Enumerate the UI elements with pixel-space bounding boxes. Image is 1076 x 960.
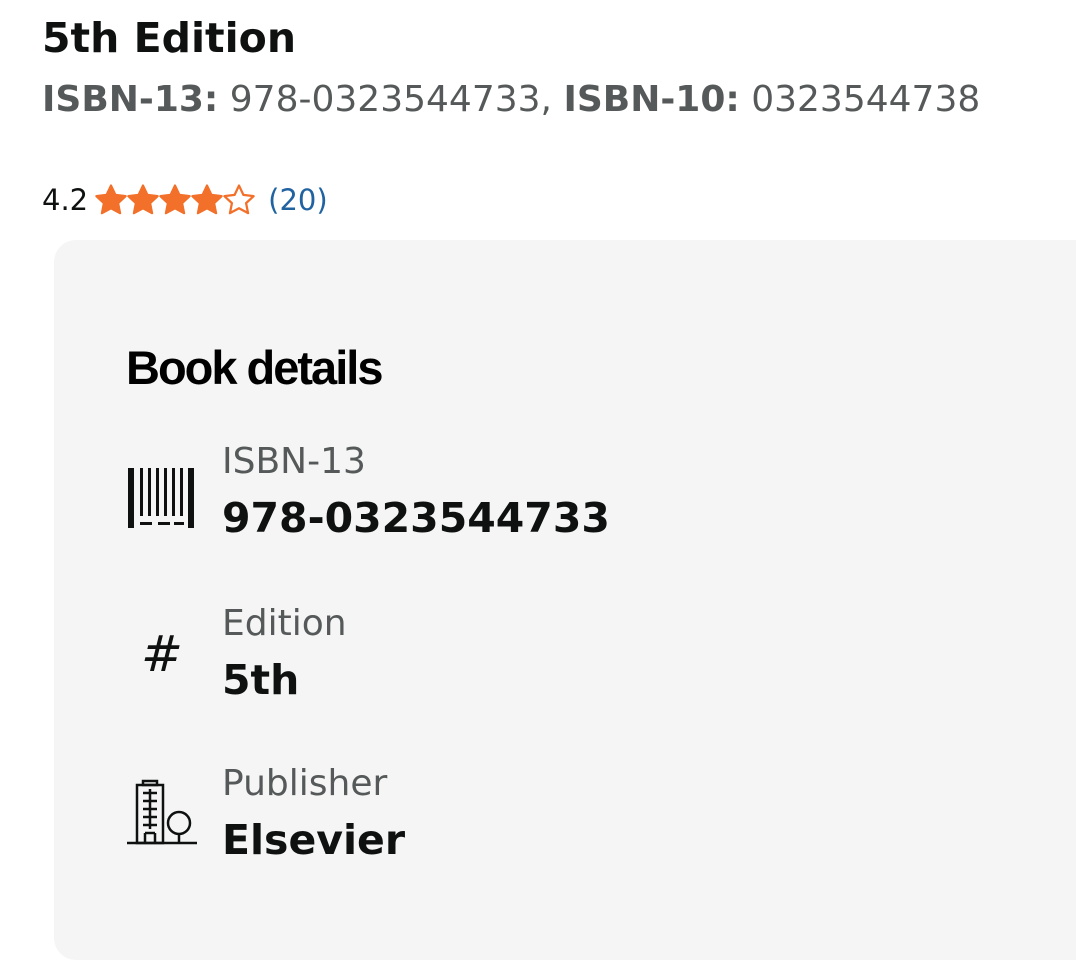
book-details-panel: Book details ISBN-13 978-0323544733 # Ed… [54,240,1076,960]
isbn10-summary-label: ISBN-10: [563,79,740,120]
rating-row[interactable]: 4.2 (20) [42,178,328,222]
isbn10-summary-value: 0323544738 [751,79,981,120]
isbn13-summary-label: ISBN-13: [42,79,219,120]
edition-title: 5th Edition [42,14,297,62]
review-count-link[interactable]: (20) [268,183,328,217]
book-details-heading: Book details [126,341,383,394]
star-icon [223,184,255,215]
star-icon [159,184,191,215]
detail-label: ISBN-13 [222,441,366,482]
rating-value: 4.2 [42,183,89,217]
detail-value: 5th [222,656,300,704]
star-icon [127,184,159,215]
isbn-summary: ISBN-13: 978-0323544733, ISBN-10: 032354… [42,76,980,124]
detail-value: 978-0323544733 [222,494,610,542]
hash-icon: # [141,625,183,683]
detail-row-isbn13: ISBN-13 978-0323544733 [124,440,824,560]
detail-row-edition: # Edition 5th [124,602,824,722]
detail-value: Elsevier [222,816,406,864]
detail-label: Edition [222,603,347,644]
isbn13-summary-value: 978-0323544733, [229,79,552,120]
building-icon [124,776,200,852]
detail-label: Publisher [222,763,388,804]
star-icon [95,184,127,215]
star-icon [191,184,223,215]
star-rating[interactable] [94,183,255,217]
detail-row-publisher: Publisher Elsevier [124,762,824,882]
barcode-icon [124,460,200,536]
